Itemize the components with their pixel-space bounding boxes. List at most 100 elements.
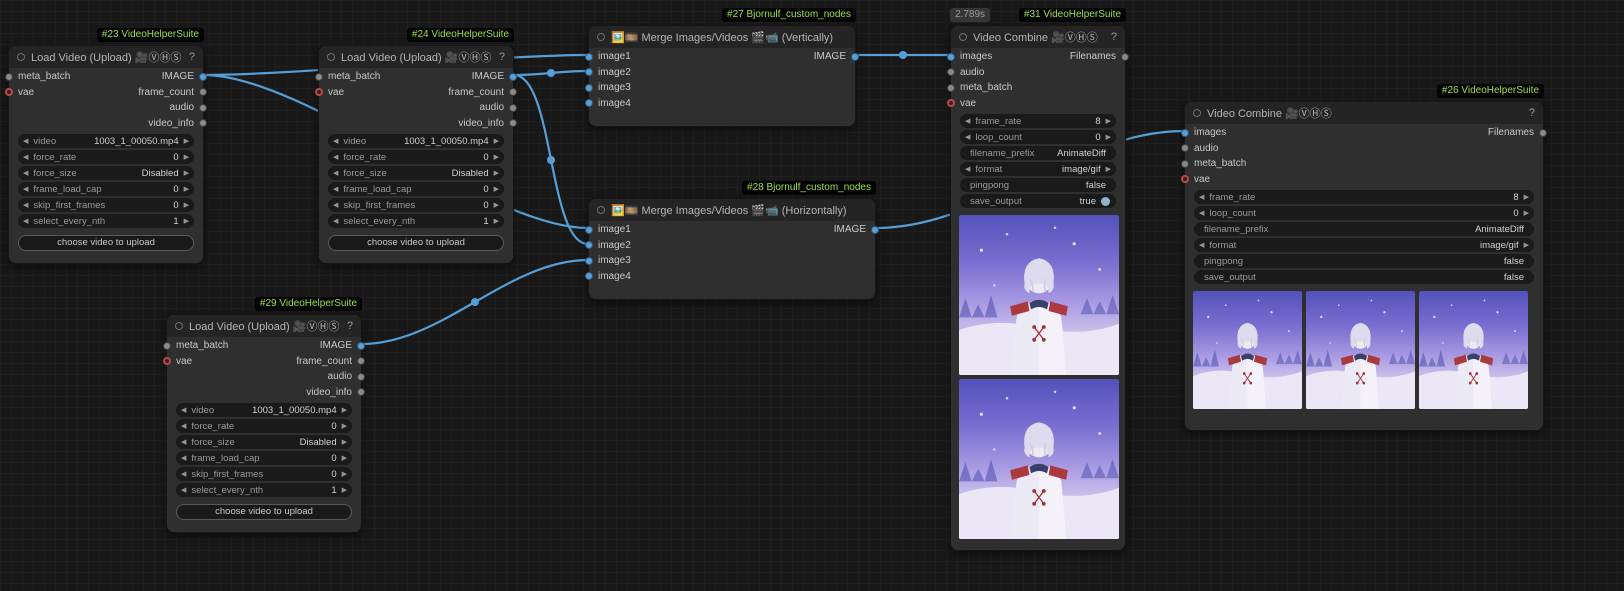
decrement-arrow-icon[interactable]: ◀: [333, 217, 338, 225]
decrement-arrow-icon[interactable]: ◀: [23, 169, 28, 177]
decrement-arrow-icon[interactable]: ◀: [333, 137, 338, 145]
output-slot-IMAGE[interactable]: [357, 342, 365, 350]
increment-arrow-icon[interactable]: ▶: [494, 185, 499, 193]
decrement-arrow-icon[interactable]: ◀: [333, 169, 338, 177]
decrement-arrow-icon[interactable]: ◀: [965, 117, 970, 125]
decrement-arrow-icon[interactable]: ◀: [23, 201, 28, 209]
input-slot-vae[interactable]: [315, 88, 323, 96]
node-load-video-23[interactable]: Load Video (Upload) 🎥ⓋⒽⓈ ? meta_batchIMA…: [8, 45, 204, 264]
input-slot-meta_batch[interactable]: [1181, 160, 1189, 168]
widget-force_rate[interactable]: ◀force_rate0▶: [176, 419, 352, 433]
widget-select_every_nth[interactable]: ◀select_every_nth1▶: [176, 483, 352, 497]
increment-arrow-icon[interactable]: ▶: [342, 422, 347, 430]
widget-frame_load_cap[interactable]: ◀frame_load_cap0▶: [18, 182, 194, 196]
choose-video-button[interactable]: choose video to upload: [328, 235, 504, 251]
widget-force_size[interactable]: ◀force_sizeDisabled▶: [176, 435, 352, 449]
node-title-bar[interactable]: 🖼️🎞️ Merge Images/Videos 🎬📹 (Horizontall…: [589, 199, 875, 221]
node-load-video-29[interactable]: Load Video (Upload) 🎥ⓋⒽⓈ ? meta_batchIMA…: [166, 314, 362, 533]
widget-video[interactable]: ◀video1003_1_00050.mp4▶: [328, 134, 504, 148]
increment-arrow-icon[interactable]: ▶: [342, 406, 347, 414]
input-slot-vae[interactable]: [1181, 175, 1189, 183]
widget-frame_rate[interactable]: ◀frame_rate8▶: [1194, 190, 1534, 204]
video-preview-frame[interactable]: [1193, 291, 1302, 409]
decrement-arrow-icon[interactable]: ◀: [965, 133, 970, 141]
widget-save_output[interactable]: save_outputtrue: [960, 194, 1116, 208]
widget-select_every_nth[interactable]: ◀select_every_nth1▶: [18, 214, 194, 228]
input-slot-image1[interactable]: [585, 226, 593, 234]
input-slot-image2[interactable]: [585, 68, 593, 76]
collapse-dot-icon[interactable]: [17, 53, 25, 61]
node-video-combine-26[interactable]: Video Combine 🎥ⓋⒽⓈ ? imagesFilenamesaudi…: [1184, 101, 1544, 431]
decrement-arrow-icon[interactable]: ◀: [1199, 193, 1204, 201]
widget-format[interactable]: ◀formatimage/gif▶: [1194, 238, 1534, 252]
decrement-arrow-icon[interactable]: ◀: [333, 201, 338, 209]
node-merge-horizontally-28[interactable]: 🖼️🎞️ Merge Images/Videos 🎬📹 (Horizontall…: [588, 198, 876, 300]
increment-arrow-icon[interactable]: ▶: [342, 486, 347, 494]
decrement-arrow-icon[interactable]: ◀: [23, 185, 28, 193]
decrement-arrow-icon[interactable]: ◀: [23, 153, 28, 161]
node-merge-vertically-27[interactable]: 🖼️🎞️ Merge Images/Videos 🎬📹 (Vertically)…: [588, 25, 856, 127]
output-slot-video_info[interactable]: [509, 119, 517, 127]
widget-pingpong[interactable]: pingpongfalse: [1194, 254, 1534, 268]
input-slot-vae[interactable]: [947, 99, 955, 107]
collapse-dot-icon[interactable]: [597, 33, 605, 41]
decrement-arrow-icon[interactable]: ◀: [333, 185, 338, 193]
widget-frame_rate[interactable]: ◀frame_rate8▶: [960, 114, 1116, 128]
input-slot-meta_batch[interactable]: [5, 73, 13, 81]
input-slot-meta_batch[interactable]: [315, 73, 323, 81]
widget-force_rate[interactable]: ◀force_rate0▶: [18, 150, 194, 164]
output-slot-IMAGE[interactable]: [871, 226, 879, 234]
help-icon[interactable]: ?: [1105, 31, 1117, 43]
decrement-arrow-icon[interactable]: ◀: [181, 422, 186, 430]
help-icon[interactable]: ?: [1523, 107, 1535, 119]
widget-filename_prefix[interactable]: filename_prefixAnimateDiff: [960, 146, 1116, 160]
node-title-bar[interactable]: Video Combine 🎥ⓋⒽⓈ ?: [1185, 102, 1543, 124]
output-slot-Filenames[interactable]: [1539, 129, 1547, 137]
increment-arrow-icon[interactable]: ▶: [494, 217, 499, 225]
input-slot-image3[interactable]: [585, 257, 593, 265]
video-preview-frame[interactable]: [1306, 291, 1415, 409]
input-slot-meta_batch[interactable]: [163, 342, 171, 350]
widget-loop_count[interactable]: ◀loop_count0▶: [960, 130, 1116, 144]
increment-arrow-icon[interactable]: ▶: [1106, 133, 1111, 141]
increment-arrow-icon[interactable]: ▶: [184, 217, 189, 225]
output-slot-IMAGE[interactable]: [509, 73, 517, 81]
output-slot-frame_count[interactable]: [509, 88, 517, 96]
widget-filename_prefix[interactable]: filename_prefixAnimateDiff: [1194, 222, 1534, 236]
input-slot-audio[interactable]: [1181, 144, 1189, 152]
widget-skip_first_frames[interactable]: ◀skip_first_frames0▶: [18, 198, 194, 212]
input-slot-image4[interactable]: [585, 99, 593, 107]
comfyui-canvas[interactable]: #23 VideoHelperSuite #24 VideoHelperSuit…: [0, 0, 1624, 591]
collapse-dot-icon[interactable]: [175, 322, 183, 330]
output-slot-frame_count[interactable]: [199, 88, 207, 96]
output-slot-IMAGE[interactable]: [199, 73, 207, 81]
decrement-arrow-icon[interactable]: ◀: [23, 217, 28, 225]
widget-video[interactable]: ◀video1003_1_00050.mp4▶: [18, 134, 194, 148]
toggle-knob[interactable]: [1101, 197, 1110, 206]
decrement-arrow-icon[interactable]: ◀: [965, 165, 970, 173]
increment-arrow-icon[interactable]: ▶: [494, 137, 499, 145]
output-slot-frame_count[interactable]: [357, 357, 365, 365]
choose-video-button[interactable]: choose video to upload: [176, 504, 352, 520]
help-icon[interactable]: ?: [493, 51, 505, 63]
widget-frame_load_cap[interactable]: ◀frame_load_cap0▶: [176, 451, 352, 465]
output-slot-audio[interactable]: [509, 104, 517, 112]
widget-save_output[interactable]: save_outputfalse: [1194, 270, 1534, 284]
increment-arrow-icon[interactable]: ▶: [342, 438, 347, 446]
increment-arrow-icon[interactable]: ▶: [184, 185, 189, 193]
widget-pingpong[interactable]: pingpongfalse: [960, 178, 1116, 192]
widget-select_every_nth[interactable]: ◀select_every_nth1▶: [328, 214, 504, 228]
help-icon[interactable]: ?: [341, 320, 353, 332]
video-preview-frame[interactable]: [959, 379, 1119, 539]
increment-arrow-icon[interactable]: ▶: [184, 137, 189, 145]
increment-arrow-icon[interactable]: ▶: [184, 153, 189, 161]
output-slot-video_info[interactable]: [199, 119, 207, 127]
output-slot-IMAGE[interactable]: [851, 53, 859, 61]
node-title-bar[interactable]: 🖼️🎞️ Merge Images/Videos 🎬📹 (Vertically): [589, 26, 855, 48]
collapse-dot-icon[interactable]: [959, 33, 967, 41]
node-title-bar[interactable]: Load Video (Upload) 🎥ⓋⒽⓈ ?: [167, 315, 361, 337]
widget-force_rate[interactable]: ◀force_rate0▶: [328, 150, 504, 164]
help-icon[interactable]: ?: [183, 51, 195, 63]
video-preview-frame[interactable]: [1419, 291, 1528, 409]
increment-arrow-icon[interactable]: ▶: [1524, 209, 1529, 217]
